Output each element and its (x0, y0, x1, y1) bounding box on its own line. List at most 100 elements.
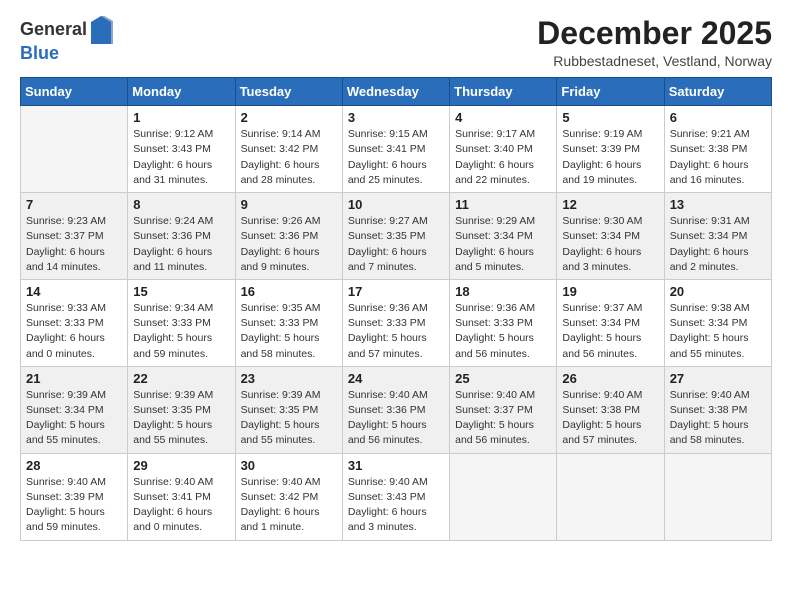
day-number: 18 (455, 284, 551, 299)
calendar-cell: 5Sunrise: 9:19 AMSunset: 3:39 PMDaylight… (557, 106, 664, 193)
calendar-table: SundayMondayTuesdayWednesdayThursdayFrid… (20, 77, 772, 540)
day-info: Sunrise: 9:27 AMSunset: 3:35 PMDaylight:… (348, 214, 444, 275)
day-number: 20 (670, 284, 766, 299)
calendar-cell: 26 Sunrise: 9:40 AMSunset: 3:38 PMDayligh… (557, 366, 664, 453)
day-number: 12 (562, 197, 658, 212)
day-info: Sunrise: 9:30 AMSunset: 3:34 PMDaylight:… (562, 214, 658, 275)
day-number: 17 (348, 284, 444, 299)
calendar-cell: 29Sunrise: 9:40 AMSunset: 3:41 PMDayligh… (128, 453, 235, 540)
day-info: Sunrise: 9:36 AMSunset: 3:33 PMDaylight:… (455, 301, 551, 362)
day-info: Sunrise: 9:40 AMSunset: 3:43 PMDaylight:… (348, 475, 444, 536)
calendar-cell: 20 Sunrise: 9:38 AMSunset: 3:34 PMDayligh… (664, 279, 771, 366)
logo-blue: Blue (20, 44, 113, 64)
day-info: Sunrise: 9:40 AMSunset: 3:38 PMDaylight:… (562, 388, 658, 449)
day-info: Sunrise: 9:31 AMSunset: 3:34 PMDaylight:… (670, 214, 766, 275)
calendar-week-row: 21 Sunrise: 9:39 AMSunset: 3:34 PMDayligh… (21, 366, 772, 453)
calendar-cell (664, 453, 771, 540)
day-info: Sunrise: 9:21 AMSunset: 3:38 PMDaylight:… (670, 127, 766, 188)
day-number: 31 (348, 458, 444, 473)
day-info: Sunrise: 9:29 AMSunset: 3:34 PMDaylight:… (455, 214, 551, 275)
calendar-cell: 12 Sunrise: 9:30 AMSunset: 3:34 PMDayligh… (557, 193, 664, 280)
calendar-subtitle: Rubbestadneset, Vestland, Norway (537, 53, 772, 69)
day-of-week-friday: Friday (557, 78, 664, 106)
day-info: Sunrise: 9:40 AMSunset: 3:42 PMDaylight:… (241, 475, 337, 536)
day-info: Sunrise: 9:40 AMSunset: 3:37 PMDaylight:… (455, 388, 551, 449)
day-of-week-monday: Monday (128, 78, 235, 106)
header: General Blue December 2025 Rubbestadnese… (20, 16, 772, 69)
logo-icon (89, 16, 113, 44)
calendar-cell: 11Sunrise: 9:29 AMSunset: 3:34 PMDayligh… (450, 193, 557, 280)
day-of-week-saturday: Saturday (664, 78, 771, 106)
day-info: Sunrise: 9:39 AMSunset: 3:35 PMDaylight:… (133, 388, 229, 449)
calendar-title: December 2025 (537, 16, 772, 51)
day-info: Sunrise: 9:38 AMSunset: 3:34 PMDaylight:… (670, 301, 766, 362)
day-number: 9 (241, 197, 337, 212)
calendar-cell: 10 Sunrise: 9:27 AMSunset: 3:35 PMDayligh… (342, 193, 449, 280)
day-info: Sunrise: 9:35 AMSunset: 3:33 PMDaylight:… (241, 301, 337, 362)
calendar-cell: 9 Sunrise: 9:26 AMSunset: 3:36 PMDaylight… (235, 193, 342, 280)
calendar-cell: 4Sunrise: 9:17 AMSunset: 3:40 PMDaylight… (450, 106, 557, 193)
calendar-cell (21, 106, 128, 193)
day-number: 24 (348, 371, 444, 386)
day-info: Sunrise: 9:40 AMSunset: 3:38 PMDaylight:… (670, 388, 766, 449)
day-number: 10 (348, 197, 444, 212)
day-info: Sunrise: 9:26 AMSunset: 3:36 PMDaylight:… (241, 214, 337, 275)
day-of-week-sunday: Sunday (21, 78, 128, 106)
calendar-week-row: 1 Sunrise: 9:12 AMSunset: 3:43 PMDaylight… (21, 106, 772, 193)
day-info: Sunrise: 9:12 AMSunset: 3:43 PMDaylight:… (133, 127, 229, 188)
calendar-cell: 24Sunrise: 9:40 AMSunset: 3:36 PMDayligh… (342, 366, 449, 453)
calendar-cell: 27 Sunrise: 9:40 AMSunset: 3:38 PMDayligh… (664, 366, 771, 453)
day-number: 3 (348, 110, 444, 125)
logo-general: General (20, 20, 87, 40)
day-info: Sunrise: 9:39 AMSunset: 3:34 PMDaylight:… (26, 388, 122, 449)
day-number: 6 (670, 110, 766, 125)
day-number: 22 (133, 371, 229, 386)
day-info: Sunrise: 9:39 AMSunset: 3:35 PMDaylight:… (241, 388, 337, 449)
calendar-cell: 30 Sunrise: 9:40 AMSunset: 3:42 PMDayligh… (235, 453, 342, 540)
logo: General Blue (20, 16, 113, 64)
day-info: Sunrise: 9:40 AMSunset: 3:41 PMDaylight:… (133, 475, 229, 536)
calendar-cell: 3Sunrise: 9:15 AMSunset: 3:41 PMDaylight… (342, 106, 449, 193)
day-info: Sunrise: 9:19 AMSunset: 3:39 PMDaylight:… (562, 127, 658, 188)
day-info: Sunrise: 9:37 AMSunset: 3:34 PMDaylight:… (562, 301, 658, 362)
day-info: Sunrise: 9:36 AMSunset: 3:33 PMDaylight:… (348, 301, 444, 362)
day-number: 14 (26, 284, 122, 299)
calendar-cell: 18 Sunrise: 9:36 AMSunset: 3:33 PMDayligh… (450, 279, 557, 366)
page: General Blue December 2025 Rubbestadnese… (0, 0, 792, 612)
day-number: 13 (670, 197, 766, 212)
calendar-cell: 13 Sunrise: 9:31 AMSunset: 3:34 PMDayligh… (664, 193, 771, 280)
day-number: 28 (26, 458, 122, 473)
calendar-week-row: 7 Sunrise: 9:23 AMSunset: 3:37 PMDaylight… (21, 193, 772, 280)
day-number: 19 (562, 284, 658, 299)
day-info: Sunrise: 9:40 AMSunset: 3:39 PMDaylight:… (26, 475, 122, 536)
calendar-cell: 1 Sunrise: 9:12 AMSunset: 3:43 PMDaylight… (128, 106, 235, 193)
day-number: 1 (133, 110, 229, 125)
calendar-cell: 21 Sunrise: 9:39 AMSunset: 3:34 PMDayligh… (21, 366, 128, 453)
day-number: 26 (562, 371, 658, 386)
day-number: 21 (26, 371, 122, 386)
day-info: Sunrise: 9:33 AMSunset: 3:33 PMDaylight:… (26, 301, 122, 362)
day-number: 27 (670, 371, 766, 386)
calendar-cell: 2 Sunrise: 9:14 AMSunset: 3:42 PMDaylight… (235, 106, 342, 193)
calendar-cell: 8 Sunrise: 9:24 AMSunset: 3:36 PMDaylight… (128, 193, 235, 280)
day-of-week-tuesday: Tuesday (235, 78, 342, 106)
day-info: Sunrise: 9:24 AMSunset: 3:36 PMDaylight:… (133, 214, 229, 275)
calendar-week-row: 14 Sunrise: 9:33 AMSunset: 3:33 PMDayligh… (21, 279, 772, 366)
calendar-cell: 7 Sunrise: 9:23 AMSunset: 3:37 PMDaylight… (21, 193, 128, 280)
calendar-cell: 15Sunrise: 9:34 AMSunset: 3:33 PMDayligh… (128, 279, 235, 366)
day-number: 7 (26, 197, 122, 212)
title-section: December 2025 Rubbestadneset, Vestland, … (537, 16, 772, 69)
calendar-cell: 16Sunrise: 9:35 AMSunset: 3:33 PMDayligh… (235, 279, 342, 366)
calendar-cell (450, 453, 557, 540)
day-number: 23 (241, 371, 337, 386)
day-info: Sunrise: 9:23 AMSunset: 3:37 PMDaylight:… (26, 214, 122, 275)
day-number: 30 (241, 458, 337, 473)
calendar-week-row: 28 Sunrise: 9:40 AMSunset: 3:39 PMDayligh… (21, 453, 772, 540)
day-number: 8 (133, 197, 229, 212)
day-number: 2 (241, 110, 337, 125)
calendar-cell: 23 Sunrise: 9:39 AMSunset: 3:35 PMDayligh… (235, 366, 342, 453)
day-info: Sunrise: 9:14 AMSunset: 3:42 PMDaylight:… (241, 127, 337, 188)
day-of-week-thursday: Thursday (450, 78, 557, 106)
calendar-cell: 17 Sunrise: 9:36 AMSunset: 3:33 PMDayligh… (342, 279, 449, 366)
calendar-cell: 31 Sunrise: 9:40 AMSunset: 3:43 PMDayligh… (342, 453, 449, 540)
